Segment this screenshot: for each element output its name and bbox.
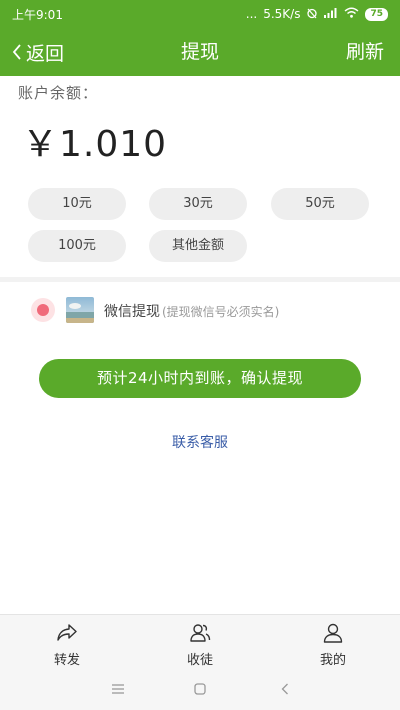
back-nav-icon[interactable] <box>275 680 295 698</box>
tab-share[interactable]: 转发 <box>0 615 134 669</box>
menu-icon[interactable] <box>108 680 128 698</box>
chevron-left-icon <box>12 44 21 60</box>
share-icon <box>57 624 77 641</box>
person-icon <box>323 623 343 643</box>
balance-amount: ￥1.010 <box>22 124 168 165</box>
signal-icon <box>324 7 338 21</box>
payment-method-label: 微信提现 (提现微信号必须实名) <box>104 301 279 321</box>
tab-mine-label: 我的 <box>319 653 346 668</box>
network-speed: 5.5K/s <box>263 7 301 21</box>
tab-apprentice-label: 收徒 <box>186 653 213 668</box>
amount-option-10[interactable]: 10元 <box>28 188 126 220</box>
amount-option-100[interactable]: 100元 <box>28 230 126 262</box>
balance-label: 账户余额： <box>18 84 99 102</box>
alarm-icon <box>306 7 318 22</box>
system-nav-bar <box>0 668 400 710</box>
back-label: 返回 <box>26 42 65 65</box>
payment-method-note: (提现微信号必须实名) <box>162 305 280 319</box>
tab-mine[interactable]: 我的 <box>266 615 400 669</box>
payment-method-name: 微信提现 <box>104 304 160 320</box>
wechat-thumbnail <box>66 297 94 323</box>
tab-share-label: 转发 <box>53 653 80 668</box>
confirm-withdraw-button[interactable]: 预计24小时内到账，确认提现 <box>39 359 361 398</box>
refresh-button[interactable]: 刷新 <box>346 28 384 76</box>
status-time: 上午9:01 <box>12 7 63 22</box>
people-icon <box>190 624 211 642</box>
status-dots: ... <box>245 7 258 21</box>
status-bar: 上午9:01 ... 5.5K/s 75 <box>0 0 400 28</box>
tab-apprentice[interactable]: 收徒 <box>133 615 267 669</box>
back-button[interactable]: 返回 <box>12 28 64 76</box>
amount-option-50[interactable]: 50元 <box>271 188 369 220</box>
amount-option-other[interactable]: 其他金额 <box>149 230 247 262</box>
battery-icon: 75 <box>365 7 388 21</box>
status-indicators: ... 5.5K/s 75 <box>246 7 388 22</box>
contact-support-link[interactable]: 联系客服 <box>0 432 400 452</box>
home-icon[interactable] <box>190 680 210 698</box>
payment-method-radio[interactable] <box>31 298 55 322</box>
wifi-icon <box>344 7 359 21</box>
bottom-tab-bar: 转发 收徒 我的 <box>0 614 400 668</box>
amount-option-30[interactable]: 30元 <box>149 188 247 220</box>
radio-dot <box>37 304 49 316</box>
nav-bar: 返回 提现 刷新 <box>0 28 400 76</box>
section-divider <box>0 277 400 282</box>
